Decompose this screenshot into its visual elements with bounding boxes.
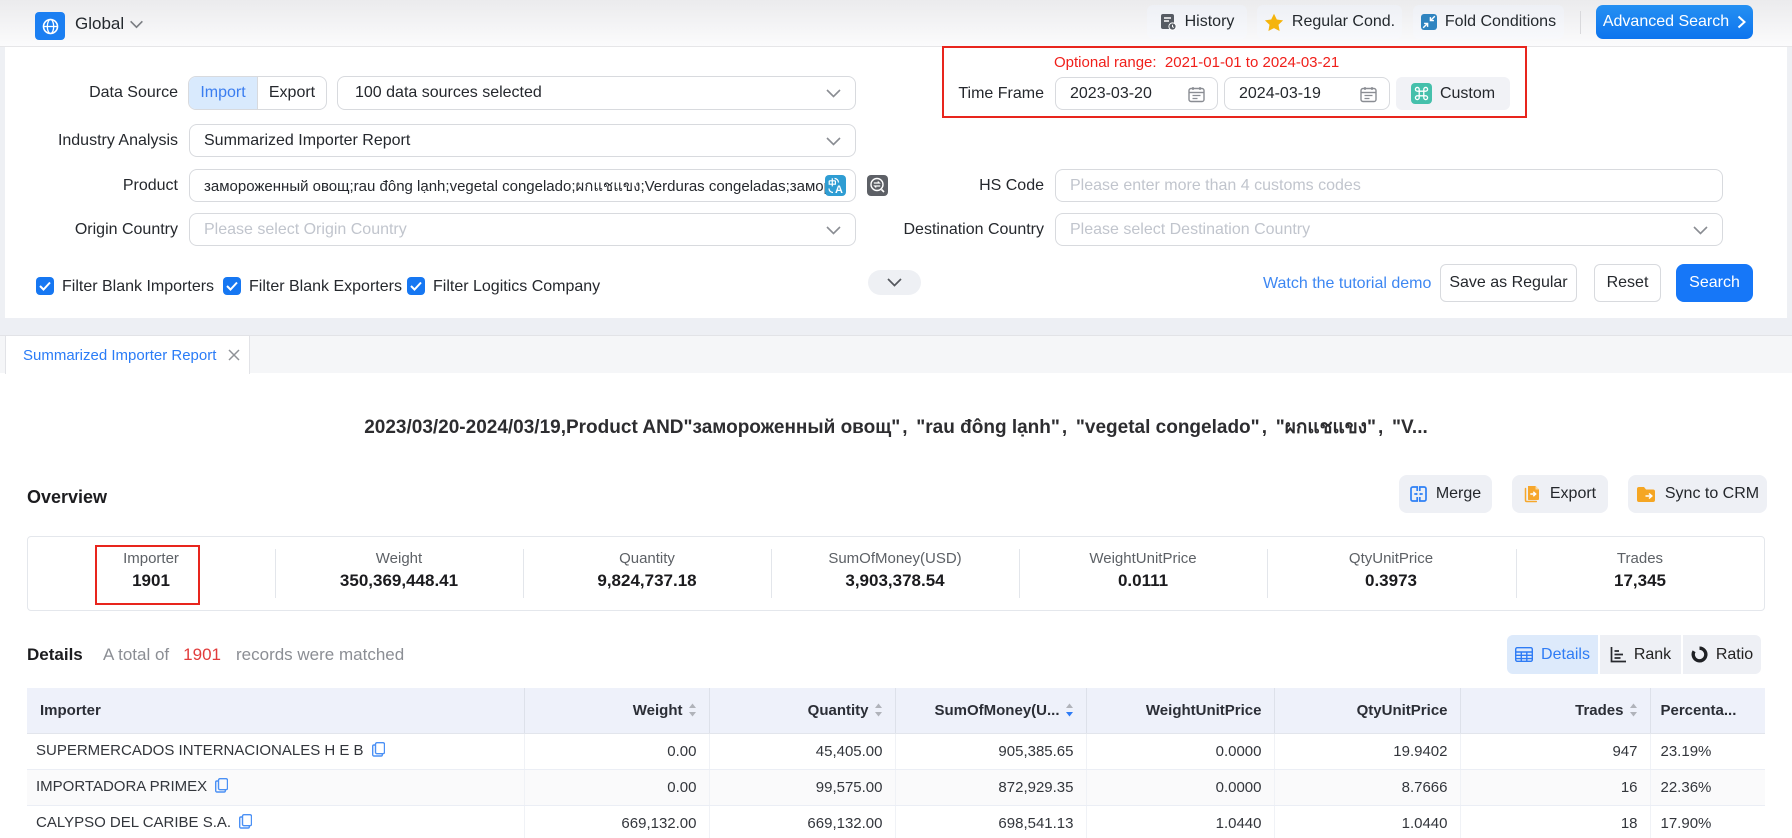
svg-text:A: A bbox=[835, 184, 843, 196]
